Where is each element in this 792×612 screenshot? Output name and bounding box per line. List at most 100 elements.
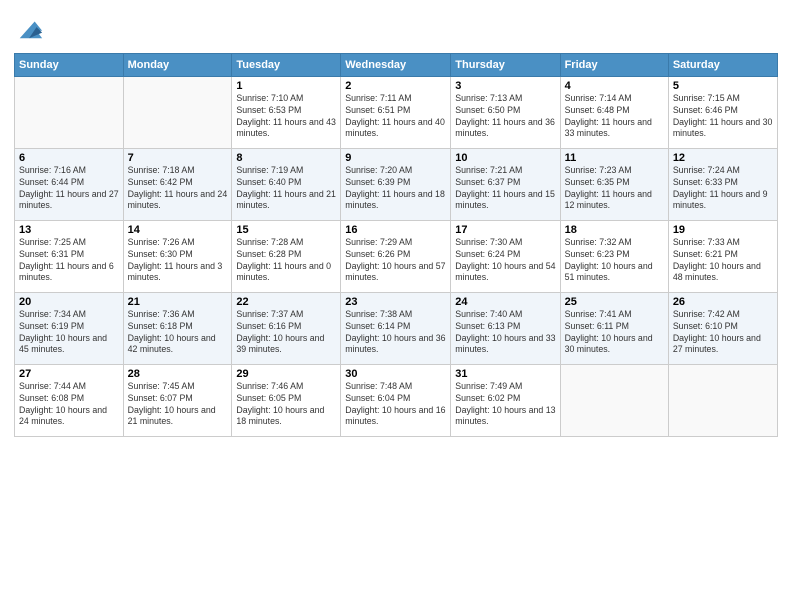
calendar-cell: 25Sunrise: 7:41 AMSunset: 6:11 PMDayligh… xyxy=(560,292,668,364)
day-number: 13 xyxy=(19,224,119,236)
day-info: Sunrise: 7:41 AMSunset: 6:11 PMDaylight:… xyxy=(565,309,664,357)
calendar-cell: 19Sunrise: 7:33 AMSunset: 6:21 PMDayligh… xyxy=(668,220,777,292)
week-row-1: 6Sunrise: 7:16 AMSunset: 6:44 PMDaylight… xyxy=(15,148,778,220)
day-info: Sunrise: 7:34 AMSunset: 6:19 PMDaylight:… xyxy=(19,309,119,357)
header-day-tuesday: Tuesday xyxy=(232,53,341,76)
day-info: Sunrise: 7:28 AMSunset: 6:28 PMDaylight:… xyxy=(236,237,336,285)
day-number: 20 xyxy=(19,296,119,308)
calendar-cell: 12Sunrise: 7:24 AMSunset: 6:33 PMDayligh… xyxy=(668,148,777,220)
day-number: 8 xyxy=(236,152,336,164)
day-number: 4 xyxy=(565,80,664,92)
day-number: 12 xyxy=(673,152,773,164)
day-info: Sunrise: 7:24 AMSunset: 6:33 PMDaylight:… xyxy=(673,165,773,213)
day-info: Sunrise: 7:11 AMSunset: 6:51 PMDaylight:… xyxy=(345,93,446,141)
day-number: 6 xyxy=(19,152,119,164)
day-number: 28 xyxy=(128,368,228,380)
day-info: Sunrise: 7:21 AMSunset: 6:37 PMDaylight:… xyxy=(455,165,555,213)
day-number: 30 xyxy=(345,368,446,380)
calendar-cell: 30Sunrise: 7:48 AMSunset: 6:04 PMDayligh… xyxy=(341,364,451,436)
day-info: Sunrise: 7:30 AMSunset: 6:24 PMDaylight:… xyxy=(455,237,555,285)
day-number: 22 xyxy=(236,296,336,308)
day-info: Sunrise: 7:45 AMSunset: 6:07 PMDaylight:… xyxy=(128,381,228,429)
day-number: 31 xyxy=(455,368,555,380)
calendar-cell xyxy=(668,364,777,436)
calendar-cell: 28Sunrise: 7:45 AMSunset: 6:07 PMDayligh… xyxy=(123,364,232,436)
day-info: Sunrise: 7:20 AMSunset: 6:39 PMDaylight:… xyxy=(345,165,446,213)
day-number: 14 xyxy=(128,224,228,236)
day-info: Sunrise: 7:16 AMSunset: 6:44 PMDaylight:… xyxy=(19,165,119,213)
day-number: 26 xyxy=(673,296,773,308)
day-number: 1 xyxy=(236,80,336,92)
calendar-cell: 29Sunrise: 7:46 AMSunset: 6:05 PMDayligh… xyxy=(232,364,341,436)
calendar-cell: 10Sunrise: 7:21 AMSunset: 6:37 PMDayligh… xyxy=(451,148,560,220)
calendar-header-row: SundayMondayTuesdayWednesdayThursdayFrid… xyxy=(15,53,778,76)
day-number: 27 xyxy=(19,368,119,380)
calendar-cell: 11Sunrise: 7:23 AMSunset: 6:35 PMDayligh… xyxy=(560,148,668,220)
day-info: Sunrise: 7:26 AMSunset: 6:30 PMDaylight:… xyxy=(128,237,228,285)
calendar-cell: 7Sunrise: 7:18 AMSunset: 6:42 PMDaylight… xyxy=(123,148,232,220)
calendar-cell: 2Sunrise: 7:11 AMSunset: 6:51 PMDaylight… xyxy=(341,76,451,148)
header-day-monday: Monday xyxy=(123,53,232,76)
calendar-cell: 26Sunrise: 7:42 AMSunset: 6:10 PMDayligh… xyxy=(668,292,777,364)
header-day-wednesday: Wednesday xyxy=(341,53,451,76)
day-info: Sunrise: 7:38 AMSunset: 6:14 PMDaylight:… xyxy=(345,309,446,357)
day-info: Sunrise: 7:37 AMSunset: 6:16 PMDaylight:… xyxy=(236,309,336,357)
calendar-cell xyxy=(15,76,124,148)
calendar-cell: 27Sunrise: 7:44 AMSunset: 6:08 PMDayligh… xyxy=(15,364,124,436)
day-info: Sunrise: 7:42 AMSunset: 6:10 PMDaylight:… xyxy=(673,309,773,357)
day-info: Sunrise: 7:19 AMSunset: 6:40 PMDaylight:… xyxy=(236,165,336,213)
week-row-3: 20Sunrise: 7:34 AMSunset: 6:19 PMDayligh… xyxy=(15,292,778,364)
day-number: 7 xyxy=(128,152,228,164)
week-row-0: 1Sunrise: 7:10 AMSunset: 6:53 PMDaylight… xyxy=(15,76,778,148)
logo-icon xyxy=(16,14,44,42)
week-row-2: 13Sunrise: 7:25 AMSunset: 6:31 PMDayligh… xyxy=(15,220,778,292)
day-number: 15 xyxy=(236,224,336,236)
day-info: Sunrise: 7:29 AMSunset: 6:26 PMDaylight:… xyxy=(345,237,446,285)
logo-text xyxy=(14,14,44,47)
calendar-cell: 31Sunrise: 7:49 AMSunset: 6:02 PMDayligh… xyxy=(451,364,560,436)
logo xyxy=(14,14,44,47)
day-number: 25 xyxy=(565,296,664,308)
day-info: Sunrise: 7:32 AMSunset: 6:23 PMDaylight:… xyxy=(565,237,664,285)
day-number: 9 xyxy=(345,152,446,164)
calendar-cell xyxy=(123,76,232,148)
calendar-cell: 24Sunrise: 7:40 AMSunset: 6:13 PMDayligh… xyxy=(451,292,560,364)
day-info: Sunrise: 7:25 AMSunset: 6:31 PMDaylight:… xyxy=(19,237,119,285)
calendar: SundayMondayTuesdayWednesdayThursdayFrid… xyxy=(14,53,778,437)
calendar-cell: 1Sunrise: 7:10 AMSunset: 6:53 PMDaylight… xyxy=(232,76,341,148)
day-number: 5 xyxy=(673,80,773,92)
header xyxy=(14,10,778,47)
day-info: Sunrise: 7:18 AMSunset: 6:42 PMDaylight:… xyxy=(128,165,228,213)
day-info: Sunrise: 7:49 AMSunset: 6:02 PMDaylight:… xyxy=(455,381,555,429)
day-info: Sunrise: 7:40 AMSunset: 6:13 PMDaylight:… xyxy=(455,309,555,357)
day-number: 16 xyxy=(345,224,446,236)
calendar-cell: 21Sunrise: 7:36 AMSunset: 6:18 PMDayligh… xyxy=(123,292,232,364)
day-number: 21 xyxy=(128,296,228,308)
calendar-cell: 16Sunrise: 7:29 AMSunset: 6:26 PMDayligh… xyxy=(341,220,451,292)
calendar-cell: 15Sunrise: 7:28 AMSunset: 6:28 PMDayligh… xyxy=(232,220,341,292)
day-number: 3 xyxy=(455,80,555,92)
calendar-cell: 4Sunrise: 7:14 AMSunset: 6:48 PMDaylight… xyxy=(560,76,668,148)
day-info: Sunrise: 7:36 AMSunset: 6:18 PMDaylight:… xyxy=(128,309,228,357)
day-number: 11 xyxy=(565,152,664,164)
day-number: 24 xyxy=(455,296,555,308)
calendar-cell: 9Sunrise: 7:20 AMSunset: 6:39 PMDaylight… xyxy=(341,148,451,220)
header-day-thursday: Thursday xyxy=(451,53,560,76)
day-number: 23 xyxy=(345,296,446,308)
day-number: 17 xyxy=(455,224,555,236)
day-number: 10 xyxy=(455,152,555,164)
day-info: Sunrise: 7:23 AMSunset: 6:35 PMDaylight:… xyxy=(565,165,664,213)
calendar-cell: 18Sunrise: 7:32 AMSunset: 6:23 PMDayligh… xyxy=(560,220,668,292)
calendar-cell: 17Sunrise: 7:30 AMSunset: 6:24 PMDayligh… xyxy=(451,220,560,292)
day-info: Sunrise: 7:15 AMSunset: 6:46 PMDaylight:… xyxy=(673,93,773,141)
day-info: Sunrise: 7:46 AMSunset: 6:05 PMDaylight:… xyxy=(236,381,336,429)
calendar-cell: 6Sunrise: 7:16 AMSunset: 6:44 PMDaylight… xyxy=(15,148,124,220)
header-day-friday: Friday xyxy=(560,53,668,76)
day-info: Sunrise: 7:48 AMSunset: 6:04 PMDaylight:… xyxy=(345,381,446,429)
page: SundayMondayTuesdayWednesdayThursdayFrid… xyxy=(0,0,792,447)
calendar-cell: 22Sunrise: 7:37 AMSunset: 6:16 PMDayligh… xyxy=(232,292,341,364)
week-row-4: 27Sunrise: 7:44 AMSunset: 6:08 PMDayligh… xyxy=(15,364,778,436)
day-number: 29 xyxy=(236,368,336,380)
header-day-sunday: Sunday xyxy=(15,53,124,76)
calendar-cell xyxy=(560,364,668,436)
